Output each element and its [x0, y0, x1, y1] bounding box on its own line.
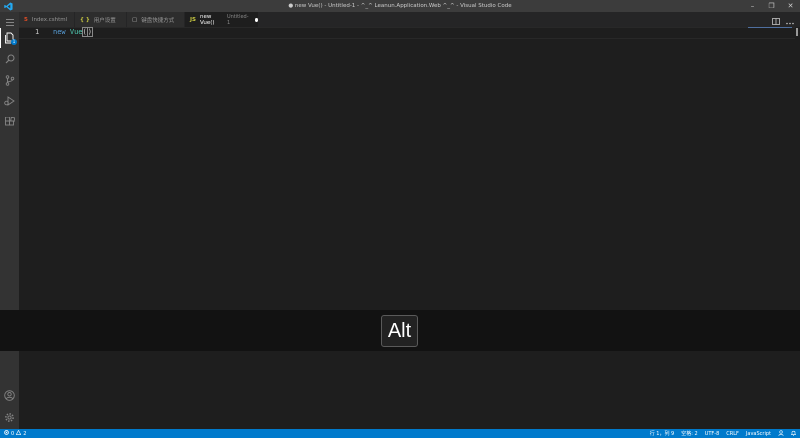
close-paren-token: )	[86, 27, 94, 37]
tab-new-vue-untitled[interactable]: JS new Vue() Untitled-1	[185, 12, 259, 27]
current-line-highlight	[19, 27, 795, 39]
language-mode[interactable]: JavaScript	[746, 431, 771, 437]
tab-label: 用户设置	[93, 17, 116, 24]
problems-indicator[interactable]: 0 2	[4, 429, 26, 438]
cursor-position[interactable]: 行 1，列 9	[650, 430, 675, 437]
explorer-badge: 1	[11, 39, 17, 45]
file-icon: ▢	[132, 16, 138, 23]
warning-icon	[15, 429, 22, 437]
search-icon[interactable]	[0, 49, 19, 69]
explorer-icon[interactable]: 1	[0, 28, 19, 48]
activity-bar: 1	[0, 12, 19, 429]
end-of-line[interactable]: CRLF	[726, 431, 739, 437]
error-icon	[4, 430, 9, 437]
tab-description: Untitled-1	[226, 13, 249, 26]
minimap[interactable]	[748, 27, 792, 28]
feedback-icon[interactable]	[778, 429, 784, 438]
title-bar: ● new Vue() - Untitled-1 - ^_^ Leanun.Ap…	[0, 0, 800, 12]
vscode-logo-icon[interactable]	[2, 0, 14, 12]
class-token: Vue	[69, 28, 83, 36]
code-line[interactable]: new Vue()	[53, 27, 94, 37]
html-file-icon: 5	[24, 16, 28, 23]
error-count: 0	[11, 430, 15, 437]
code-editor[interactable]: 1 new Vue()	[19, 27, 800, 429]
unsaved-dot-icon[interactable]	[254, 17, 258, 22]
manage-gear-icon[interactable]	[0, 407, 19, 427]
warning-count: 2	[23, 430, 27, 437]
tab-user-settings[interactable]: { } 用户设置	[75, 12, 127, 27]
json-file-icon: { }	[80, 16, 90, 23]
account-icon[interactable]	[0, 385, 19, 405]
tab-keyboard-shortcuts[interactable]: ▢ 键盘快捷方式	[127, 12, 185, 27]
editor-tab-bar: 5 Index.cshtml { } 用户设置 ▢ 键盘快捷方式 JS new …	[19, 12, 800, 27]
source-control-icon[interactable]	[0, 70, 19, 90]
javascript-file-icon: JS	[190, 16, 197, 23]
keycap-alt: Alt	[381, 315, 418, 347]
run-debug-icon[interactable]	[0, 91, 19, 111]
status-bar-right: 行 1，列 9 空格: 2 UTF-8 CRLF JavaScript	[650, 429, 797, 438]
window-title: ● new Vue() - Untitled-1 - ^_^ Leanun.Ap…	[288, 3, 512, 9]
scrollbar-slider[interactable]	[796, 28, 798, 36]
tab-label: new Vue()	[200, 13, 215, 26]
extensions-icon[interactable]	[0, 112, 19, 132]
minimize-button[interactable]: –	[743, 0, 762, 12]
tab-label: Index.cshtml	[31, 16, 68, 23]
status-bar: 0 2 行 1，列 9 空格: 2 UTF-8 CRLF JavaScript	[0, 429, 800, 438]
editor-actions	[772, 12, 794, 27]
keyword-token: new	[53, 28, 66, 36]
tab-index-cshtml[interactable]: 5 Index.cshtml	[19, 12, 75, 27]
file-encoding[interactable]: UTF-8	[705, 431, 720, 437]
indentation[interactable]: 空格: 2	[681, 430, 697, 437]
notifications-bell-icon[interactable]	[790, 430, 797, 438]
line-number: 1	[35, 28, 40, 36]
keystroke-overlay: Alt	[0, 310, 800, 351]
tab-label: 键盘快捷方式	[141, 17, 175, 24]
